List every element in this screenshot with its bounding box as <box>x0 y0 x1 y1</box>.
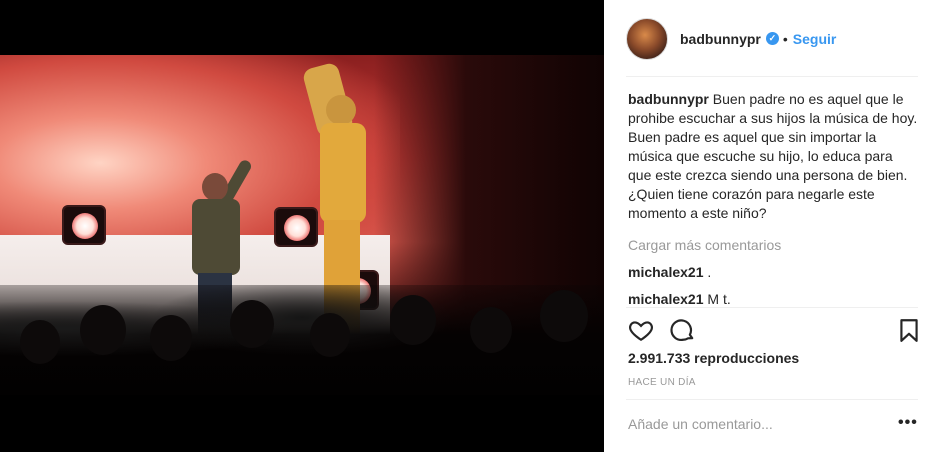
comment-text: . <box>707 264 712 280</box>
list-item: michalex21 M t. <box>628 290 918 305</box>
comments-list[interactable]: badbunnypr Buen padre no es aquel que le… <box>628 90 918 305</box>
load-more-comments-button[interactable]: Cargar más comentarios <box>628 236 918 255</box>
crowd-silhouettes <box>0 285 604 395</box>
comment-text: M t. <box>707 291 731 305</box>
stage-light <box>62 205 106 245</box>
caption-text: Buen padre no es aquel que le prohibe es… <box>628 91 918 221</box>
video-frame[interactable] <box>0 55 604 395</box>
avatar[interactable] <box>626 17 668 60</box>
view-count[interactable]: 2.991.733 reproducciones <box>628 350 799 366</box>
post-header: badbunnypr ✓ • Seguir <box>604 0 940 77</box>
divider <box>626 76 918 77</box>
separator-dot: • <box>782 30 788 47</box>
post-timestamp[interactable]: HACE UN DÍA <box>628 377 696 388</box>
comment-input[interactable] <box>628 412 888 436</box>
divider <box>626 399 918 400</box>
divider <box>626 307 918 308</box>
follow-button[interactable]: Seguir <box>793 31 837 47</box>
post-caption: badbunnypr Buen padre no es aquel que le… <box>628 90 918 223</box>
heart-icon[interactable] <box>628 317 654 343</box>
comment-username[interactable]: michalex21 <box>628 291 704 305</box>
username[interactable]: badbunnypr <box>680 31 761 47</box>
caption-username[interactable]: badbunnypr <box>628 91 709 107</box>
verified-badge-icon: ✓ <box>765 32 779 45</box>
comment-icon[interactable] <box>670 317 696 343</box>
more-options-button[interactable]: ••• <box>898 414 918 432</box>
bookmark-icon[interactable] <box>896 317 922 343</box>
video-player[interactable] <box>0 0 604 452</box>
action-bar <box>628 317 920 345</box>
list-item: michalex21 . <box>628 263 918 282</box>
comment-username[interactable]: michalex21 <box>628 264 704 280</box>
post-sidebar: badbunnypr ✓ • Seguir badbunnypr Buen pa… <box>604 0 940 452</box>
